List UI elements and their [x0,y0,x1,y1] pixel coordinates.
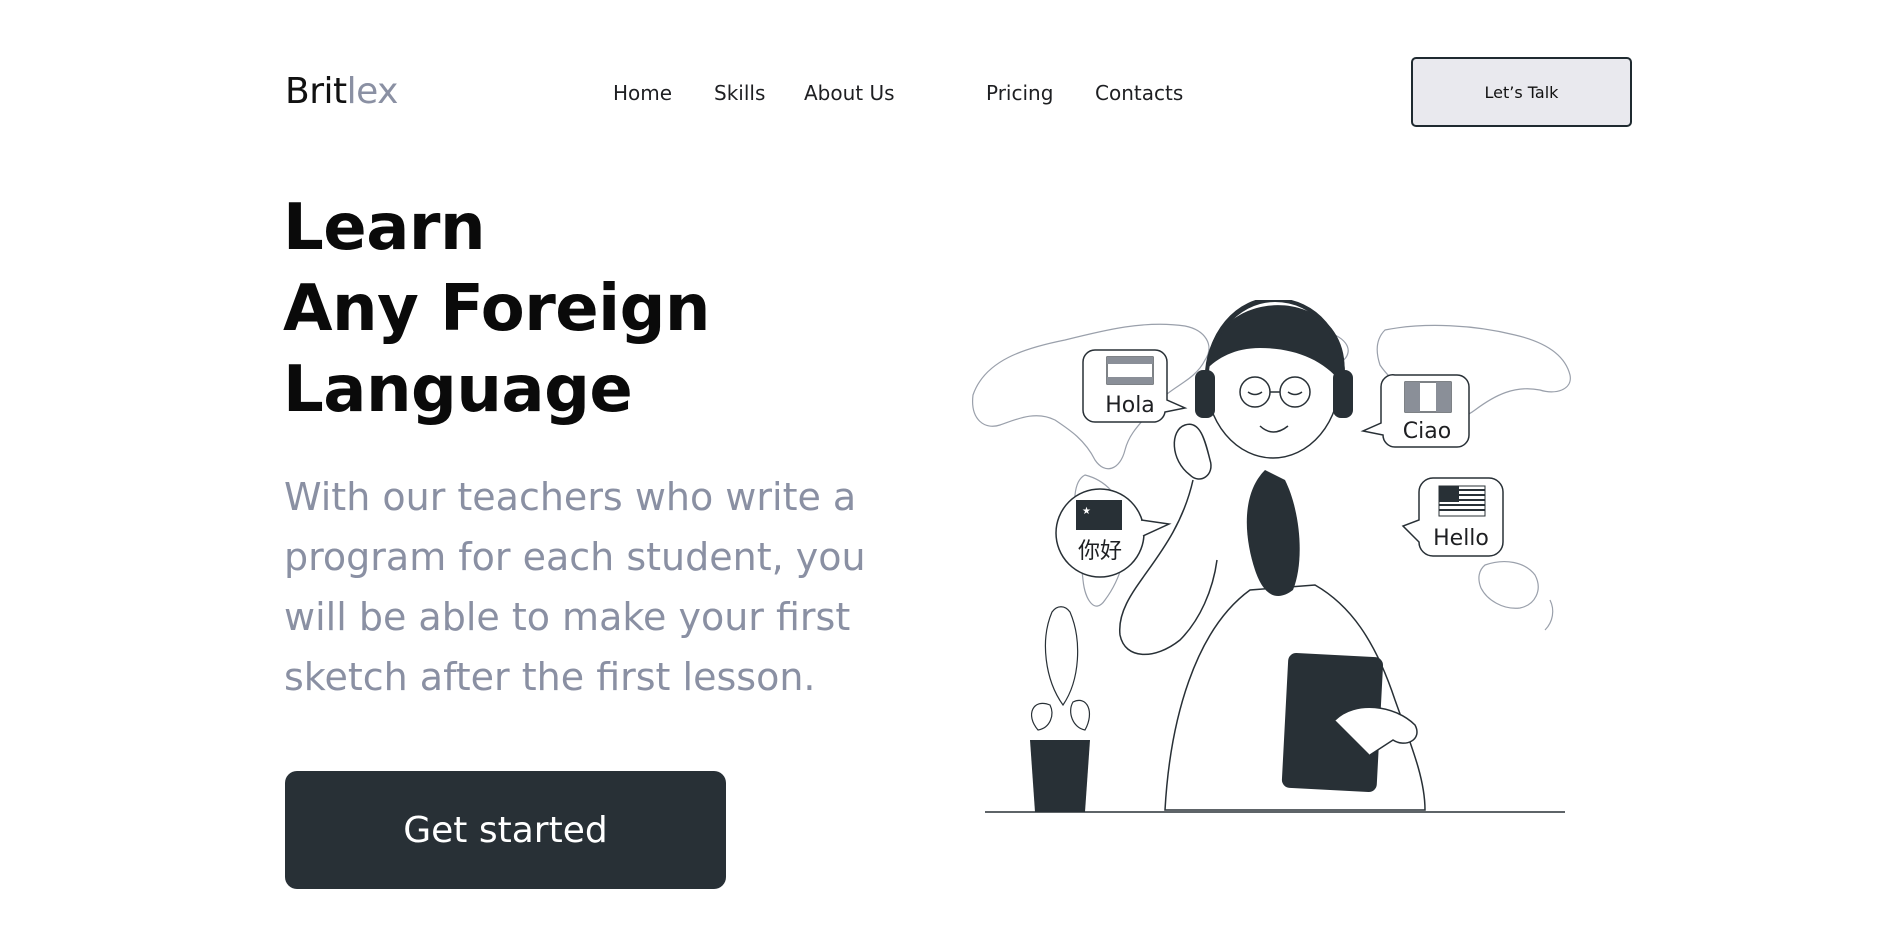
brand-logo-part1: Brit [285,71,347,112]
hero-description-line: will be able to make your first [284,595,851,639]
speech-bubble-hello: Hello [1401,477,1504,557]
hero-description-line: sketch after the first lesson. [284,655,816,699]
nav-item-skills[interactable]: Skills [714,79,765,107]
brand-logo-part2: lex [346,71,399,112]
get-started-button[interactable]: Get started [285,771,726,889]
bubble-label-hola: Hola [1105,393,1155,418]
nav-item-about-us[interactable]: About Us [804,79,895,107]
nav-item-contacts[interactable]: Contacts [1095,79,1183,107]
hero-title-line: Any Foreign [283,272,710,346]
spain-flag-icon [1106,356,1154,385]
plant-icon [1030,606,1090,812]
bubble-label-hello: Hello [1433,526,1489,551]
speech-bubble-ciao: Ciao [1360,374,1470,448]
usa-flag-icon [1438,485,1486,517]
hero-description: With our teachers who write a program fo… [284,467,944,707]
nav-item-home[interactable]: Home [613,79,672,107]
hero-title: Learn Any Foreign Language [283,188,710,431]
hero-title-line: Language [283,353,633,427]
brand-logo[interactable]: Britlex [285,70,398,114]
hero-description-line: With our teachers who write a [284,475,857,519]
china-flag-icon: ★ [1076,500,1122,530]
hero-title-line: Learn [283,191,485,265]
svg-text:★: ★ [1082,506,1091,517]
nav-item-pricing[interactable]: Pricing [986,79,1053,107]
bubble-label-nihao: 你好 [1078,539,1122,564]
speech-bubble-hola: Hola [1082,349,1188,423]
italy-flag-icon [1404,381,1452,413]
hero-description-line: program for each student, you [284,535,866,579]
hero-illustration: Hola Ciao ★ 你好 Hello [972,300,1571,813]
lets-talk-button[interactable]: Let’s Talk [1411,57,1632,127]
bubble-label-ciao: Ciao [1403,419,1451,444]
